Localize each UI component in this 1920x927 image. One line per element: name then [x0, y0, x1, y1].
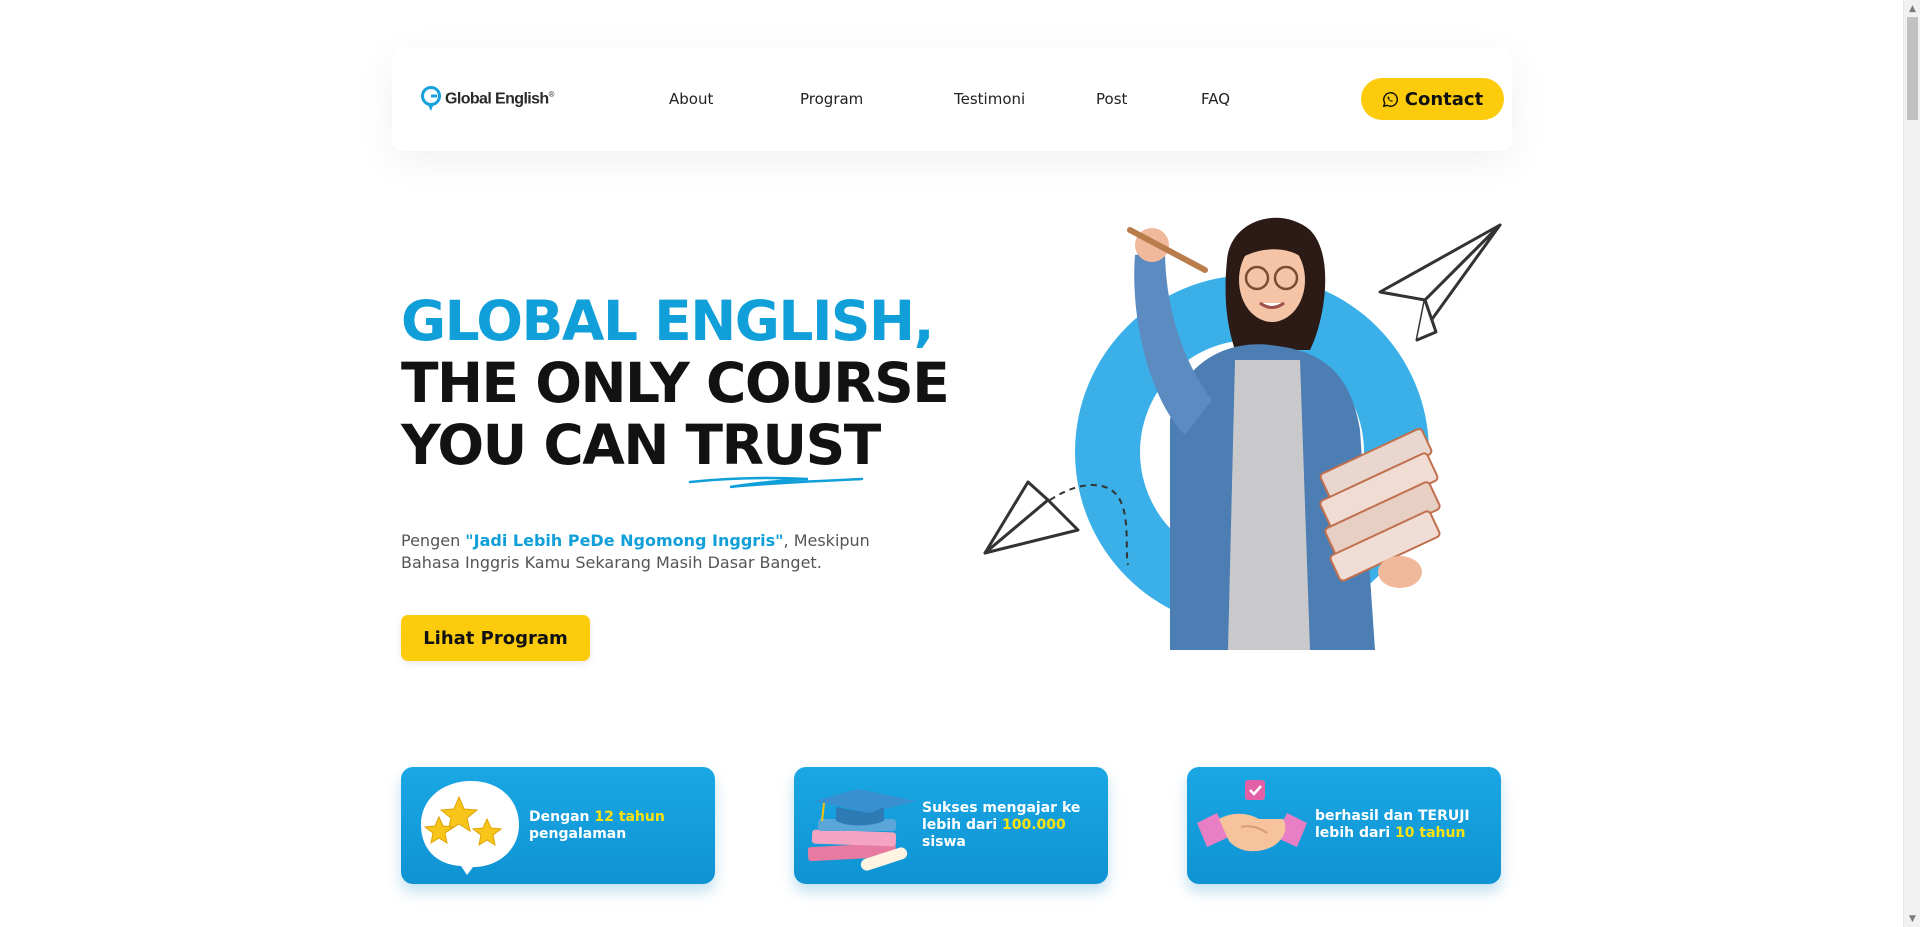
contact-label: Contact — [1404, 88, 1484, 110]
feature-card-students: Sukses mengajar ke lebih dari 100.000 sisw… — [794, 767, 1108, 884]
nav-post[interactable]: Post — [1096, 90, 1127, 108]
hero-title-line3: YOU CAN TRUST — [401, 414, 948, 489]
paper-plane-icon — [1378, 223, 1502, 342]
lihat-program-button[interactable]: Lihat Program — [401, 615, 590, 661]
nav-program[interactable]: Program — [800, 90, 863, 108]
scrollbar-thumb[interactable] — [1907, 17, 1918, 120]
scrollbar[interactable]: ▲ ▼ — [1903, 0, 1920, 927]
navbar: Global English® About Program Testimoni … — [392, 48, 1512, 151]
nav-faq[interactable]: FAQ — [1201, 90, 1230, 108]
handshake-icon — [1197, 780, 1307, 852]
contact-button[interactable]: Contact — [1361, 78, 1504, 120]
graduation-books-icon — [807, 789, 916, 871]
feature-card-experience: Dengan 12 tahun pengalaman — [401, 767, 715, 884]
scroll-up-icon[interactable]: ▲ — [1904, 0, 1920, 17]
logo-text: Global English® — [445, 89, 555, 108]
logo[interactable]: Global English® — [420, 86, 555, 112]
hero-title: GLOBAL ENGLISH, THE ONLY COURSE YOU CAN … — [401, 289, 950, 489]
hero-description: Pengen "Jadi Lebih PeDe Ngomong Inggris"… — [401, 531, 870, 572]
hero-title-line2: THE ONLY COURSE — [401, 351, 950, 415]
underline-squiggle-icon — [688, 476, 863, 489]
feature-text-tested: berhasil dan TERUJI lebih dari 10 tahun — [1315, 808, 1470, 841]
feature-text-students: Sukses mengajar ke lebih dari 100.000 sisw… — [922, 800, 1081, 850]
hero-title-line1: GLOBAL ENGLISH, — [401, 289, 934, 353]
nav-testimoni[interactable]: Testimoni — [954, 90, 1025, 108]
stars-bubble-icon — [421, 781, 519, 875]
feature-card-tested: berhasil dan TERUJI lebih dari 10 tahun — [1187, 767, 1501, 884]
feature-text-experience: Dengan 12 tahun pengalaman — [529, 809, 665, 842]
hero-student-illustration — [983, 217, 1502, 650]
global-english-logo-icon — [421, 86, 441, 111]
scroll-down-icon[interactable]: ▼ — [1904, 910, 1920, 927]
whatsapp-icon — [1382, 91, 1398, 107]
nav-about[interactable]: About — [669, 90, 713, 108]
trust-word: TRUST — [686, 414, 881, 489]
